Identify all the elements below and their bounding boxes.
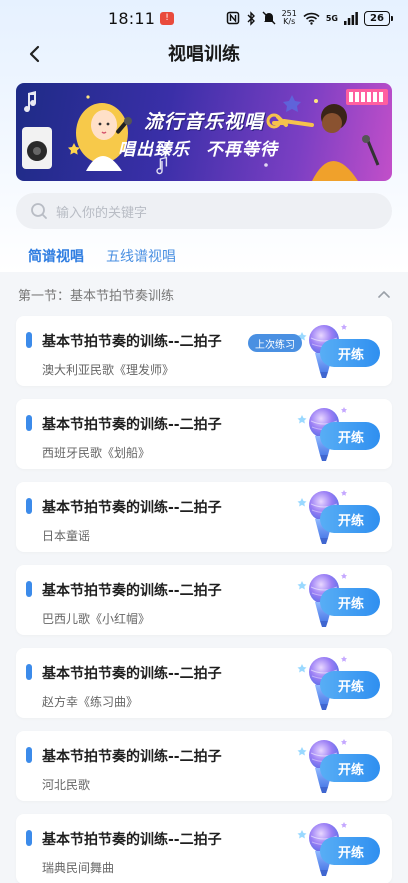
card-accent-bar xyxy=(26,830,32,846)
mute-icon xyxy=(262,11,276,25)
search-input[interactable]: 输入你的关键字 xyxy=(16,193,392,229)
lesson-list: 基本节拍节奏的训练--二拍子 澳大利亚民歌《理发师》 开练 上次练习 基本节拍节… xyxy=(16,316,392,883)
lesson-subtitle: 巴西儿歌《小红帽》 xyxy=(42,612,151,626)
lesson-title: 基本节拍节奏的训练--二拍子 xyxy=(42,417,222,433)
banner-tagline-part1: 唱出臻乐 xyxy=(118,140,190,160)
card-accent-bar xyxy=(26,664,32,680)
lesson-card[interactable]: 基本节拍节奏的训练--二拍子 河北民歌 开练 xyxy=(16,731,392,801)
last-practiced-badge: 上次练习 xyxy=(248,334,302,352)
lesson-subtitle: 日本童谣 xyxy=(42,529,91,543)
start-practice-button[interactable]: 开练 xyxy=(320,671,380,699)
lesson-title: 基本节拍节奏的训练--二拍子 xyxy=(42,832,222,848)
net-speed: 251 K/s xyxy=(282,10,297,26)
lesson-subtitle: 西班牙民歌《划船》 xyxy=(42,446,151,460)
banner-tagline: 唱出臻乐 不再等待 xyxy=(118,135,278,160)
lesson-card[interactable]: 基本节拍节奏的训练--二拍子 澳大利亚民歌《理发师》 开练 上次练习 xyxy=(16,316,392,386)
banner-headline: 流行音乐视唱 xyxy=(144,111,265,133)
battery-level: 26 xyxy=(370,12,384,24)
section-title: 第一节：基本节拍节奏训练 xyxy=(18,288,175,304)
net-speed-unit: K/s xyxy=(283,17,296,26)
status-bar: 18:11 ! 251 K/s 5G 26 xyxy=(0,0,408,36)
lesson-card[interactable]: 基本节拍节奏的训练--二拍子 西班牙民歌《划船》 开练 xyxy=(16,399,392,469)
lesson-card[interactable]: 基本节拍节奏的训练--二拍子 瑞典民间舞曲 开练 xyxy=(16,814,392,883)
page-title: 视唱训练 xyxy=(168,44,240,65)
start-practice-button[interactable]: 开练 xyxy=(320,588,380,616)
lesson-title: 基本节拍节奏的训练--二拍子 xyxy=(42,334,222,350)
start-practice-button[interactable]: 开练 xyxy=(320,505,380,533)
signal-icon xyxy=(344,11,358,25)
search-placeholder: 输入你的关键字 xyxy=(56,205,148,221)
card-accent-bar xyxy=(26,747,32,763)
lesson-subtitle: 瑞典民间舞曲 xyxy=(42,861,115,875)
status-time: 18:11 xyxy=(108,8,156,28)
network-type: 5G xyxy=(325,13,338,23)
wifi-icon xyxy=(303,12,320,25)
lesson-card[interactable]: 基本节拍节奏的训练--二拍子 赵方幸《练习曲》 开练 xyxy=(16,648,392,718)
bluetooth-icon xyxy=(247,10,255,26)
lesson-title: 基本节拍节奏的训练--二拍子 xyxy=(42,583,222,599)
notation-tabs: 简谱视唱 五线谱视唱 xyxy=(28,246,176,274)
start-practice-button[interactable]: 开练 xyxy=(320,339,380,367)
lesson-card[interactable]: 基本节拍节奏的训练--二拍子 巴西儿歌《小红帽》 开练 xyxy=(16,565,392,635)
chevron-up-icon[interactable] xyxy=(378,290,390,298)
lesson-title: 基本节拍节奏的训练--二拍子 xyxy=(42,749,222,765)
search-icon xyxy=(31,203,47,219)
lesson-subtitle: 河北民歌 xyxy=(42,778,91,792)
status-icons: 251 K/s 5G 26 xyxy=(226,10,393,26)
section-header[interactable]: 第一节：基本节拍节奏训练 xyxy=(0,272,408,316)
nfc-icon xyxy=(226,11,239,25)
battery-icon: 26 xyxy=(364,10,393,26)
start-practice-button[interactable]: 开练 xyxy=(320,754,380,782)
lesson-subtitle: 赵方幸《练习曲》 xyxy=(42,695,139,709)
card-accent-bar xyxy=(26,415,32,431)
promo-banner[interactable]: 流行音乐视唱 唱出臻乐 不再等待 xyxy=(16,83,392,181)
card-accent-bar xyxy=(26,332,32,348)
app-alert-icon: ! xyxy=(160,11,175,25)
lesson-card[interactable]: 基本节拍节奏的训练--二拍子 日本童谣 开练 xyxy=(16,482,392,552)
start-practice-button[interactable]: 开练 xyxy=(320,422,380,450)
lesson-title: 基本节拍节奏的训练--二拍子 xyxy=(42,500,222,516)
tab-staff-notation[interactable]: 五线谱视唱 xyxy=(106,246,176,274)
card-accent-bar xyxy=(26,581,32,597)
lesson-title: 基本节拍节奏的训练--二拍子 xyxy=(42,666,222,682)
nav-bar: 视唱训练 xyxy=(0,36,408,72)
lesson-subtitle: 澳大利亚民歌《理发师》 xyxy=(42,363,175,377)
start-practice-button[interactable]: 开练 xyxy=(320,837,380,865)
banner-tagline-part2: 不再等待 xyxy=(206,140,278,160)
tab-numbered-notation[interactable]: 简谱视唱 xyxy=(28,246,84,274)
card-accent-bar xyxy=(26,498,32,514)
